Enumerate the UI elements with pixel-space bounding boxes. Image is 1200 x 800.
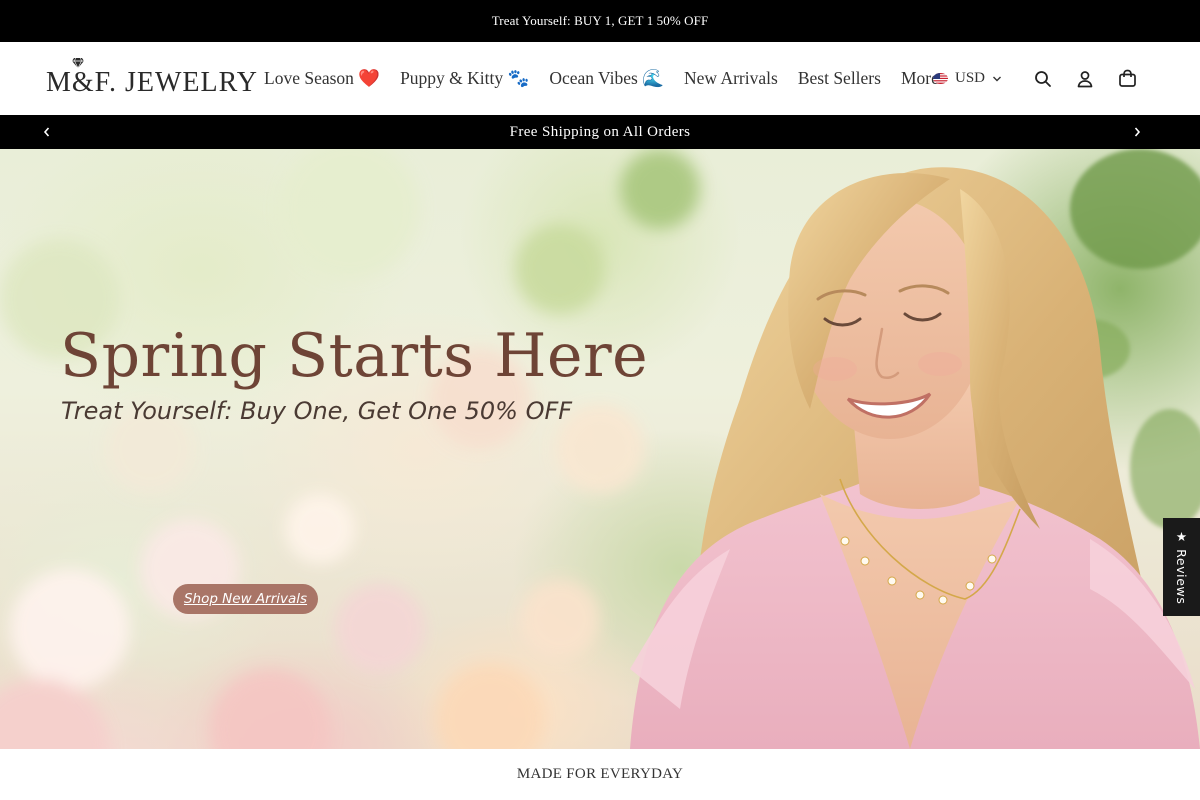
- nav-item-new-arrivals[interactable]: New Arrivals: [684, 68, 778, 89]
- nav-item-best-sellers[interactable]: Best Sellers: [798, 68, 881, 89]
- chevron-left-icon: [43, 127, 50, 137]
- hero-title: Spring Starts Here: [60, 321, 649, 391]
- shop-new-arrivals-button[interactable]: Shop New Arrivals: [173, 584, 318, 614]
- announcement-next-button[interactable]: [1122, 115, 1152, 149]
- nav-item-ocean-vibes[interactable]: Ocean Vibes 🌊: [549, 68, 664, 89]
- logo-text: M&F. JEWELRY: [46, 67, 258, 98]
- currency-selector[interactable]: USD: [932, 70, 1002, 87]
- promo-text: Treat Yourself: BUY 1, GET 1 50% OFF: [491, 13, 709, 28]
- chevron-down-icon: [993, 76, 1001, 81]
- reviews-tab[interactable]: ★ Reviews: [1163, 518, 1200, 616]
- model-image: [630, 149, 1200, 749]
- promo-bar: Treat Yourself: BUY 1, GET 1 50% OFF: [0, 0, 1200, 42]
- site-logo[interactable]: M&F. JEWELRY: [46, 55, 257, 101]
- header-actions: USD: [932, 42, 1148, 115]
- account-button[interactable]: [1064, 58, 1106, 100]
- site-header: M&F. JEWELRY Love Season ❤️ Puppy & Kitt…: [0, 42, 1200, 115]
- hero-subtitle: Treat Yourself: Buy One, Get One 50% OFF: [61, 397, 573, 425]
- search-button[interactable]: [1022, 58, 1064, 100]
- nav-item-puppy-kitty[interactable]: Puppy & Kitty 🐾: [400, 68, 529, 89]
- announcement-prev-button[interactable]: [32, 115, 62, 149]
- main-nav: Love Season ❤️ Puppy & Kitty 🐾 Ocean Vib…: [264, 42, 939, 115]
- currency-label: USD: [954, 70, 985, 86]
- cart-button[interactable]: [1106, 58, 1148, 100]
- us-flag-icon: [932, 73, 948, 84]
- announcement-text: Free Shipping on All Orders: [509, 123, 691, 140]
- announcement-bar: Free Shipping on All Orders: [0, 115, 1200, 149]
- section-heading-text: MADE FOR EVERYDAY: [516, 766, 684, 782]
- search-icon: [1035, 70, 1051, 87]
- account-icon: [1077, 70, 1093, 87]
- cart-icon: [1118, 69, 1136, 87]
- reviews-tab-label: ★ Reviews: [1174, 529, 1189, 605]
- nav-item-love-season[interactable]: Love Season ❤️: [264, 68, 380, 89]
- hero-banner: Spring Starts Here Treat Yourself: Buy O…: [0, 149, 1200, 749]
- diamond-icon: [72, 57, 84, 69]
- chevron-right-icon: [1134, 127, 1141, 137]
- section-heading: MADE FOR EVERYDAY: [0, 749, 1200, 800]
